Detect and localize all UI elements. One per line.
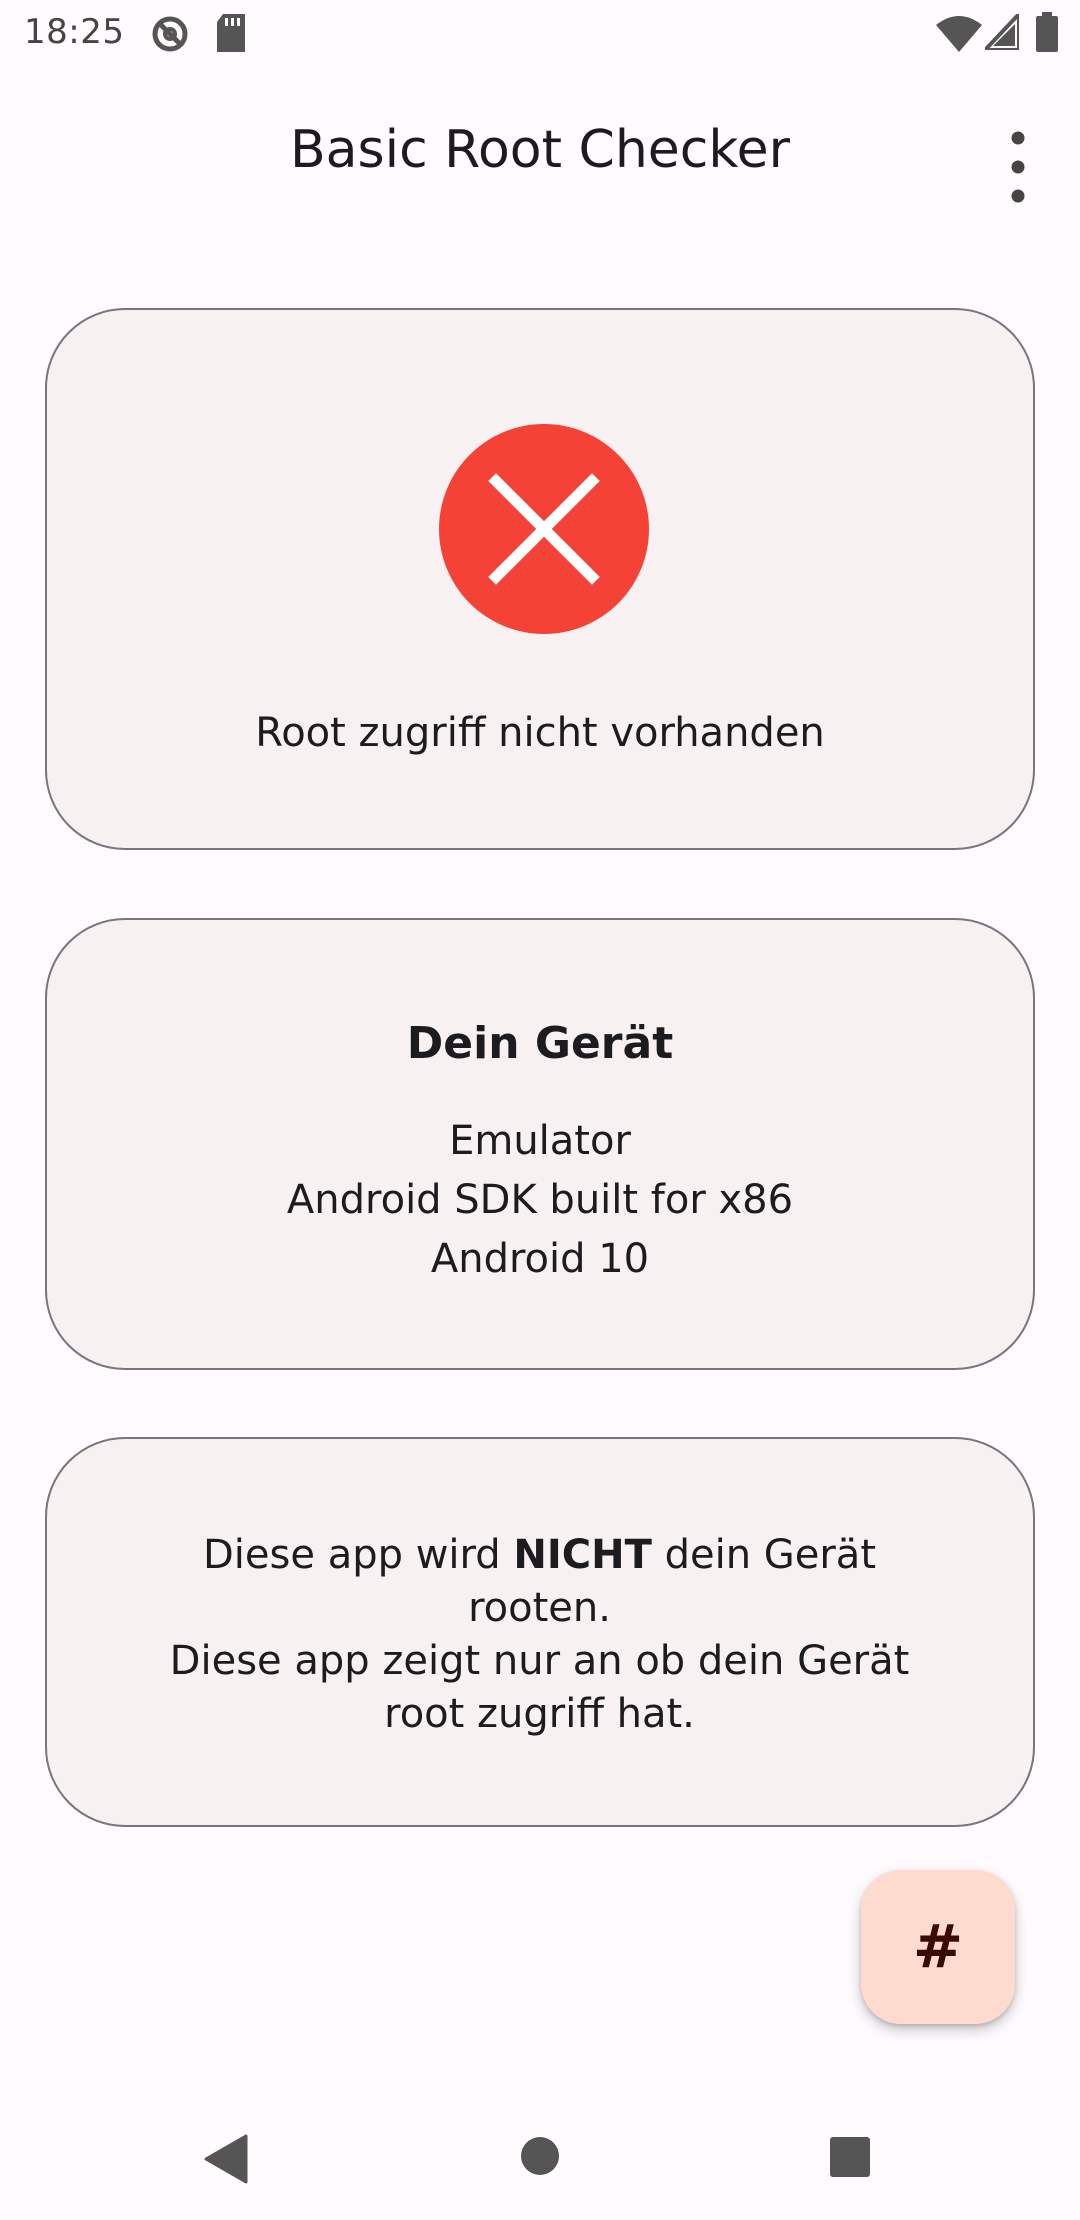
device-model: Android SDK built for x86 — [286, 1177, 794, 1223]
signal-icon — [985, 14, 1019, 50]
info-part-1: Diese app wird — [203, 1532, 514, 1578]
status-time: 18:25 — [24, 12, 125, 52]
back-triangle-icon[interactable] — [204, 2134, 248, 2184]
root-status-message: Root zugriff nicht vorhanden — [255, 710, 825, 756]
root-status-card: Root zugriff nicht vorhanden — [45, 308, 1035, 850]
at-sign-icon — [152, 16, 188, 52]
app-title: Basic Root Checker — [289, 120, 791, 180]
info-line-1: Diese app wird NICHT dein Gerät rooten. — [147, 1529, 932, 1635]
device-android-version: Android 10 — [430, 1236, 650, 1282]
info-card: Diese app wird NICHT dein Gerät rooten. … — [45, 1437, 1035, 1827]
info-line-2: Diese app zeigt nur an ob dein Gerät roo… — [169, 1638, 910, 1737]
home-circle-icon[interactable] — [520, 2136, 560, 2176]
wifi-icon — [936, 16, 982, 52]
battery-icon — [1036, 12, 1058, 52]
screen: 18:25 Basic Root Checker Root zugriff ni… — [0, 0, 1080, 2220]
device-card-title: Dein Gerät — [406, 1018, 674, 1069]
hash-icon: # — [912, 1912, 964, 1982]
hash-fab-button[interactable]: # — [861, 1870, 1015, 2024]
device-details: Emulator Android SDK built for x86 Andro… — [47, 1112, 1033, 1289]
device-type: Emulator — [449, 1118, 631, 1164]
sd-card-icon — [217, 14, 245, 52]
overflow-menu-icon[interactable] — [990, 122, 1046, 212]
status-bar: 18:25 — [0, 0, 1080, 68]
device-card: Dein Gerät Emulator Android SDK built fo… — [45, 918, 1035, 1370]
navigation-bar — [0, 2100, 1080, 2220]
error-circle-icon — [439, 424, 649, 634]
info-text: Diese app wird NICHT dein Gerät rooten. … — [147, 1529, 932, 1741]
recents-square-icon[interactable] — [830, 2137, 870, 2177]
info-emphasis: NICHT — [513, 1532, 652, 1578]
app-bar: Basic Root Checker — [0, 70, 1080, 240]
